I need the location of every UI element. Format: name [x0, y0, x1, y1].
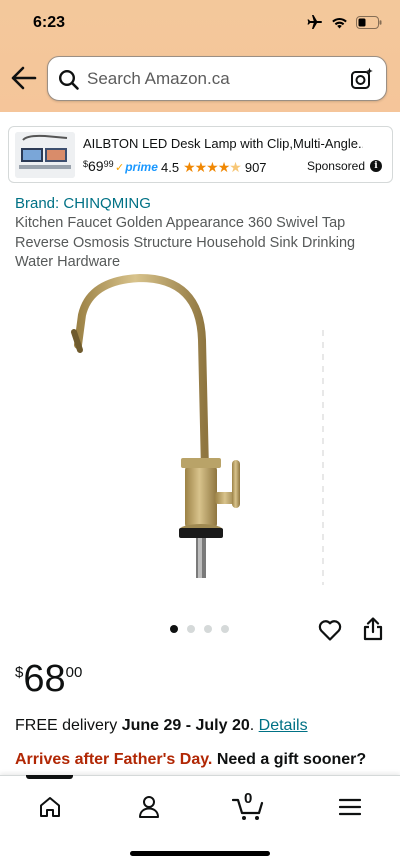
delivery-suffix: . — [249, 717, 259, 734]
arrival-notice: Arrives after Father's Day. Need a gift … — [15, 751, 366, 769]
ad-review-count: 907 — [244, 160, 267, 175]
home-indicator-bar[interactable] — [130, 851, 270, 856]
battery-icon — [356, 15, 382, 29]
prime-badge: ✓ prime — [115, 160, 158, 174]
product-image[interactable] — [60, 270, 350, 600]
nav-menu[interactable] — [332, 792, 368, 822]
search-icon — [58, 69, 79, 90]
heart-icon[interactable] — [318, 619, 342, 641]
price-symbol: $ — [15, 664, 24, 681]
price-whole: 68 — [23, 658, 66, 700]
next-image-peek — [322, 330, 324, 585]
wifi-icon — [332, 17, 347, 28]
delivery-dates: June 29 - July 20 — [121, 717, 250, 734]
status-time: 6:23 — [33, 14, 66, 31]
gift-sooner-prompt: Need a gift sooner? — [212, 751, 367, 768]
cart-count: 0 — [244, 790, 253, 807]
menu-icon — [339, 798, 361, 816]
nav-home[interactable] — [32, 792, 68, 822]
search-row — [0, 54, 400, 102]
delivery-info: FREE delivery June 29 - July 20. Details — [15, 717, 308, 735]
image-carousel-dots[interactable] — [170, 625, 229, 633]
star-rating-icon: ★★★★★ — [183, 159, 242, 175]
prime-label: prime — [125, 160, 158, 174]
account-icon — [139, 796, 159, 818]
info-icon[interactable]: i — [370, 160, 382, 172]
ad-rating: 4.5 ★★★★★ 907 — [161, 159, 267, 176]
carousel-dot[interactable] — [187, 625, 195, 633]
ad-price: $ 69 99 — [83, 158, 114, 174]
nav-cart[interactable]: 0 — [231, 790, 267, 822]
ad-price-fraction: 99 — [103, 159, 114, 169]
carousel-dot[interactable] — [204, 625, 212, 633]
delivery-prefix: FREE delivery — [15, 717, 122, 734]
delivery-details-link[interactable]: Details — [259, 717, 308, 734]
ad-rating-value: 4.5 — [161, 160, 180, 175]
nav-account[interactable] — [131, 792, 167, 822]
sponsored-text: Sponsored — [306, 159, 365, 173]
camera-search-icon[interactable] — [350, 67, 374, 91]
product-price: $ 68 00 — [15, 660, 82, 698]
status-icons — [307, 15, 382, 29]
share-icon[interactable] — [362, 617, 384, 641]
product-title: Kitchen Faucet Golden Appearance 360 Swi… — [15, 215, 356, 270]
ad-price-whole: 69 — [88, 158, 104, 174]
sponsored-ad-banner[interactable]: AILBTON LED Desk Lamp with Clip,Multi-An… — [8, 126, 393, 183]
brand-link[interactable]: Brand: CHINQMING — [15, 195, 151, 212]
app-header: 6:23 — [0, 0, 400, 112]
sponsored-label[interactable]: Sponsored i — [307, 159, 382, 173]
status-bar: 6:23 — [0, 0, 400, 46]
prime-check-icon: ✓ — [115, 161, 125, 174]
arrival-warning: Arrives after Father's Day. — [15, 751, 213, 768]
carousel-dot[interactable] — [221, 625, 229, 633]
carousel-dot[interactable] — [170, 625, 178, 633]
back-arrow-icon[interactable] — [10, 65, 38, 91]
search-bar[interactable] — [47, 56, 387, 101]
airplane-icon — [307, 15, 322, 29]
search-input[interactable] — [87, 67, 337, 91]
active-tab-indicator — [26, 775, 73, 779]
home-icon — [40, 797, 60, 817]
ad-title: AILBTON LED Desk Lamp with Clip,Multi-An… — [83, 136, 363, 151]
price-fraction: 00 — [65, 664, 83, 681]
ad-product-thumbnail — [15, 132, 75, 178]
